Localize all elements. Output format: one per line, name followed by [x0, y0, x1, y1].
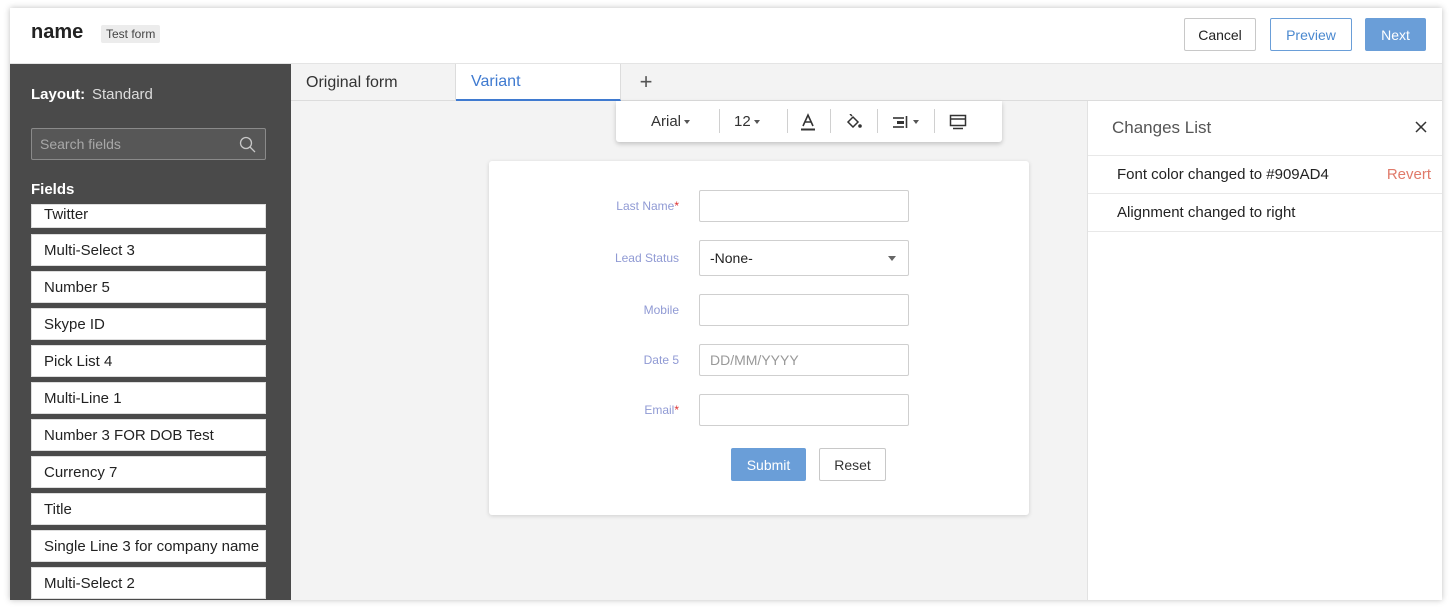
chevron-down-icon [753, 119, 760, 124]
fields-label: Fields [31, 181, 75, 198]
lead-status-label: Lead Status [614, 251, 679, 265]
field-item[interactable]: Number 3 FOR DOB Test [31, 419, 266, 451]
change-text: Font color changed to #909AD4 [1117, 166, 1329, 183]
font-size-dropdown[interactable]: 12 [734, 101, 760, 142]
lead-status-value: -None- [710, 250, 753, 266]
changes-title: Changes List [1112, 118, 1212, 137]
form-builder-window: name Test form Cancel Preview Next Layou… [10, 8, 1442, 600]
email-label-text: Email [644, 403, 675, 417]
font-size-value: 12 [734, 113, 751, 130]
submit-button[interactable]: Submit [731, 448, 806, 481]
changes-panel: Changes List Font color changed to #909A… [1087, 101, 1442, 600]
search-input[interactable] [40, 136, 230, 152]
field-item[interactable]: Number 5 [31, 271, 266, 303]
field-list: Twitter Multi-Select 3 Number 5 Skype ID… [31, 204, 267, 600]
lead-status-select[interactable]: -None- [699, 240, 909, 276]
last-name-label-text: Last Name [616, 199, 675, 213]
last-name-field[interactable] [699, 190, 909, 222]
field-item[interactable]: Single Line 3 for company name [31, 530, 266, 562]
cancel-button[interactable]: Cancel [1184, 18, 1256, 51]
toolbar-divider [787, 109, 788, 133]
font-family-dropdown[interactable]: Arial [651, 101, 691, 142]
layout-value[interactable]: Standard [92, 86, 153, 103]
layout-icon[interactable] [949, 101, 967, 142]
field-item[interactable]: Multi-Line 1 [31, 382, 266, 414]
search-box [31, 128, 266, 160]
change-item: Alignment changed to right [1088, 194, 1442, 232]
toolbar-divider [934, 109, 935, 133]
required-mark: * [674, 199, 679, 213]
format-toolbar: Arial 12 [616, 101, 1002, 142]
chevron-down-icon [684, 119, 691, 124]
field-item[interactable]: Currency 7 [31, 456, 266, 488]
form-canvas: Arial 12 Last Name* Lead Status -None- M… [291, 101, 1087, 600]
required-mark: * [674, 403, 679, 417]
layout-label: Layout: [31, 86, 86, 103]
search-icon[interactable] [239, 136, 256, 153]
tab-original-form[interactable]: Original form [291, 64, 456, 101]
align-icon[interactable] [892, 101, 919, 142]
email-field[interactable] [699, 394, 909, 426]
field-item[interactable]: Multi-Select 2 [31, 567, 266, 599]
font-family-value: Arial [651, 113, 682, 130]
reset-button[interactable]: Reset [819, 448, 886, 481]
field-item[interactable]: Multi-Select 3 [31, 234, 266, 266]
text-color-icon[interactable] [800, 101, 816, 142]
email-label: Email* [644, 403, 679, 417]
last-name-label: Last Name* [616, 199, 679, 213]
change-item: Font color changed to #909AD4 Revert [1088, 156, 1442, 194]
date-label: Date 5 [643, 353, 679, 367]
changes-list: Font color changed to #909AD4 Revert Ali… [1088, 155, 1442, 232]
change-text: Alignment changed to right [1117, 204, 1296, 221]
toolbar-divider [877, 109, 878, 133]
revert-link[interactable]: Revert [1387, 166, 1431, 183]
form-preview-card: Last Name* Lead Status -None- Mobile Dat… [489, 161, 1029, 515]
mobile-label: Mobile [643, 303, 679, 317]
close-icon[interactable] [1412, 118, 1430, 136]
add-tab-button[interactable]: + [633, 69, 659, 95]
form-type-badge: Test form [101, 25, 161, 43]
toolbar-divider [719, 109, 720, 133]
toolbar-divider [830, 109, 831, 133]
fields-sidebar: Layout: Standard Fields Twitter Multi-Se… [10, 64, 291, 600]
field-item[interactable]: Skype ID [31, 308, 266, 340]
email-input[interactable] [710, 402, 908, 418]
date-field[interactable] [699, 344, 909, 376]
date-input[interactable] [710, 352, 908, 368]
form-name: name [31, 21, 84, 43]
field-item[interactable]: Twitter [31, 204, 266, 228]
chevron-down-icon [913, 119, 919, 124]
last-name-input[interactable] [710, 198, 908, 214]
next-button[interactable]: Next [1365, 18, 1426, 51]
form-tabs: Original form Variant + [291, 64, 1442, 101]
tab-variant[interactable]: Variant [456, 64, 621, 101]
field-item[interactable]: Pick List 4 [31, 345, 266, 377]
fill-color-icon[interactable] [845, 101, 863, 142]
field-item[interactable]: Title [31, 493, 266, 525]
preview-button[interactable]: Preview [1270, 18, 1352, 51]
header-bar: name Test form Cancel Preview Next [10, 8, 1442, 64]
chevron-down-icon [888, 256, 896, 261]
mobile-field[interactable] [699, 294, 909, 326]
mobile-input[interactable] [710, 302, 908, 318]
